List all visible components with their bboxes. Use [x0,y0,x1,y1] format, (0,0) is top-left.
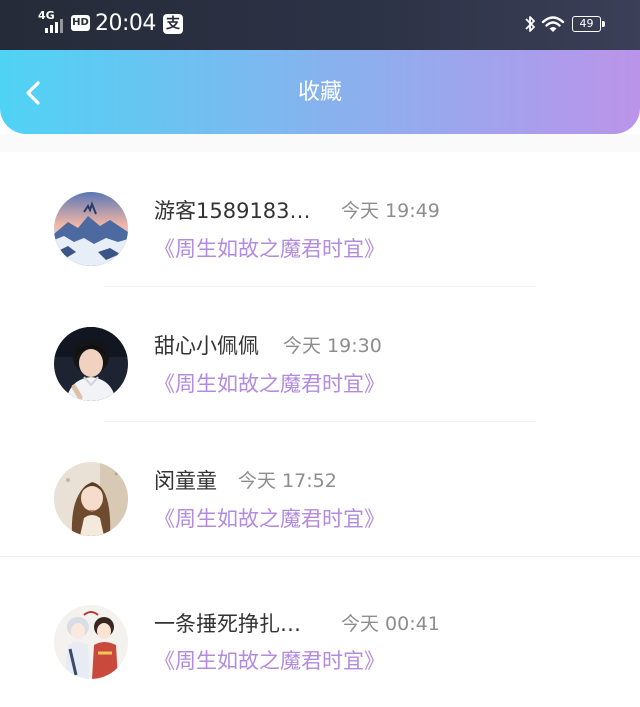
alipay-icon: 支 [163,14,183,34]
page-title: 收藏 [297,80,342,105]
anime-characters-image [54,605,128,679]
young-man-portrait-image [54,327,128,401]
wifi-icon [541,16,565,32]
timestamp: 今天 17:52 [238,470,337,492]
bluetooth-icon [525,16,535,32]
book-title-link[interactable]: 《周生如故之魔君时宜》 [154,505,385,533]
status-bar: 4G HD 20:04 支 49 [0,0,640,50]
battery-icon: 49 [572,16,601,32]
list-item[interactable]: 闵童童 今天 17:52 《周生如故之魔君时宜》 [0,422,640,557]
username: 闵童童 [154,469,217,493]
favorites-list: 游客1589183… 今天 19:49 《周生如故之魔君时宜》 甜心小佩佩 今天… [0,152,640,707]
username: 甜心小佩佩 [154,334,259,358]
avatar[interactable] [54,327,128,401]
list-item[interactable]: 一条捶死挣扎… 今天 00:41 《周生如故之魔君时宜》 [0,557,640,707]
timestamp: 今天 00:41 [341,613,440,635]
clock: 20:04 [95,11,156,36]
signal-icon [45,19,63,33]
username: 一条捶死挣扎… [154,612,301,636]
book-title-link[interactable]: 《周生如故之魔君时宜》 [154,235,385,263]
list-item[interactable]: 游客1589183… 今天 19:49 《周生如故之魔君时宜》 [0,152,640,287]
book-title-link[interactable]: 《周生如故之魔君时宜》 [154,647,385,675]
timestamp: 今天 19:49 [341,200,440,222]
hd-icon: HD [71,15,90,31]
header-bar: 收藏 [0,50,640,134]
avatar[interactable] [54,605,128,679]
avatar[interactable] [54,192,128,266]
woman-portrait-image [54,462,128,536]
book-title-link[interactable]: 《周生如故之魔君时宜》 [154,370,385,398]
battery-tip [602,21,605,27]
avatar[interactable] [54,462,128,536]
timestamp: 今天 19:30 [283,335,382,357]
username: 游客1589183… [154,199,311,223]
list-item[interactable]: 甜心小佩佩 今天 19:30 《周生如故之魔君时宜》 [0,287,640,422]
snowy-landscape-image [54,192,128,266]
